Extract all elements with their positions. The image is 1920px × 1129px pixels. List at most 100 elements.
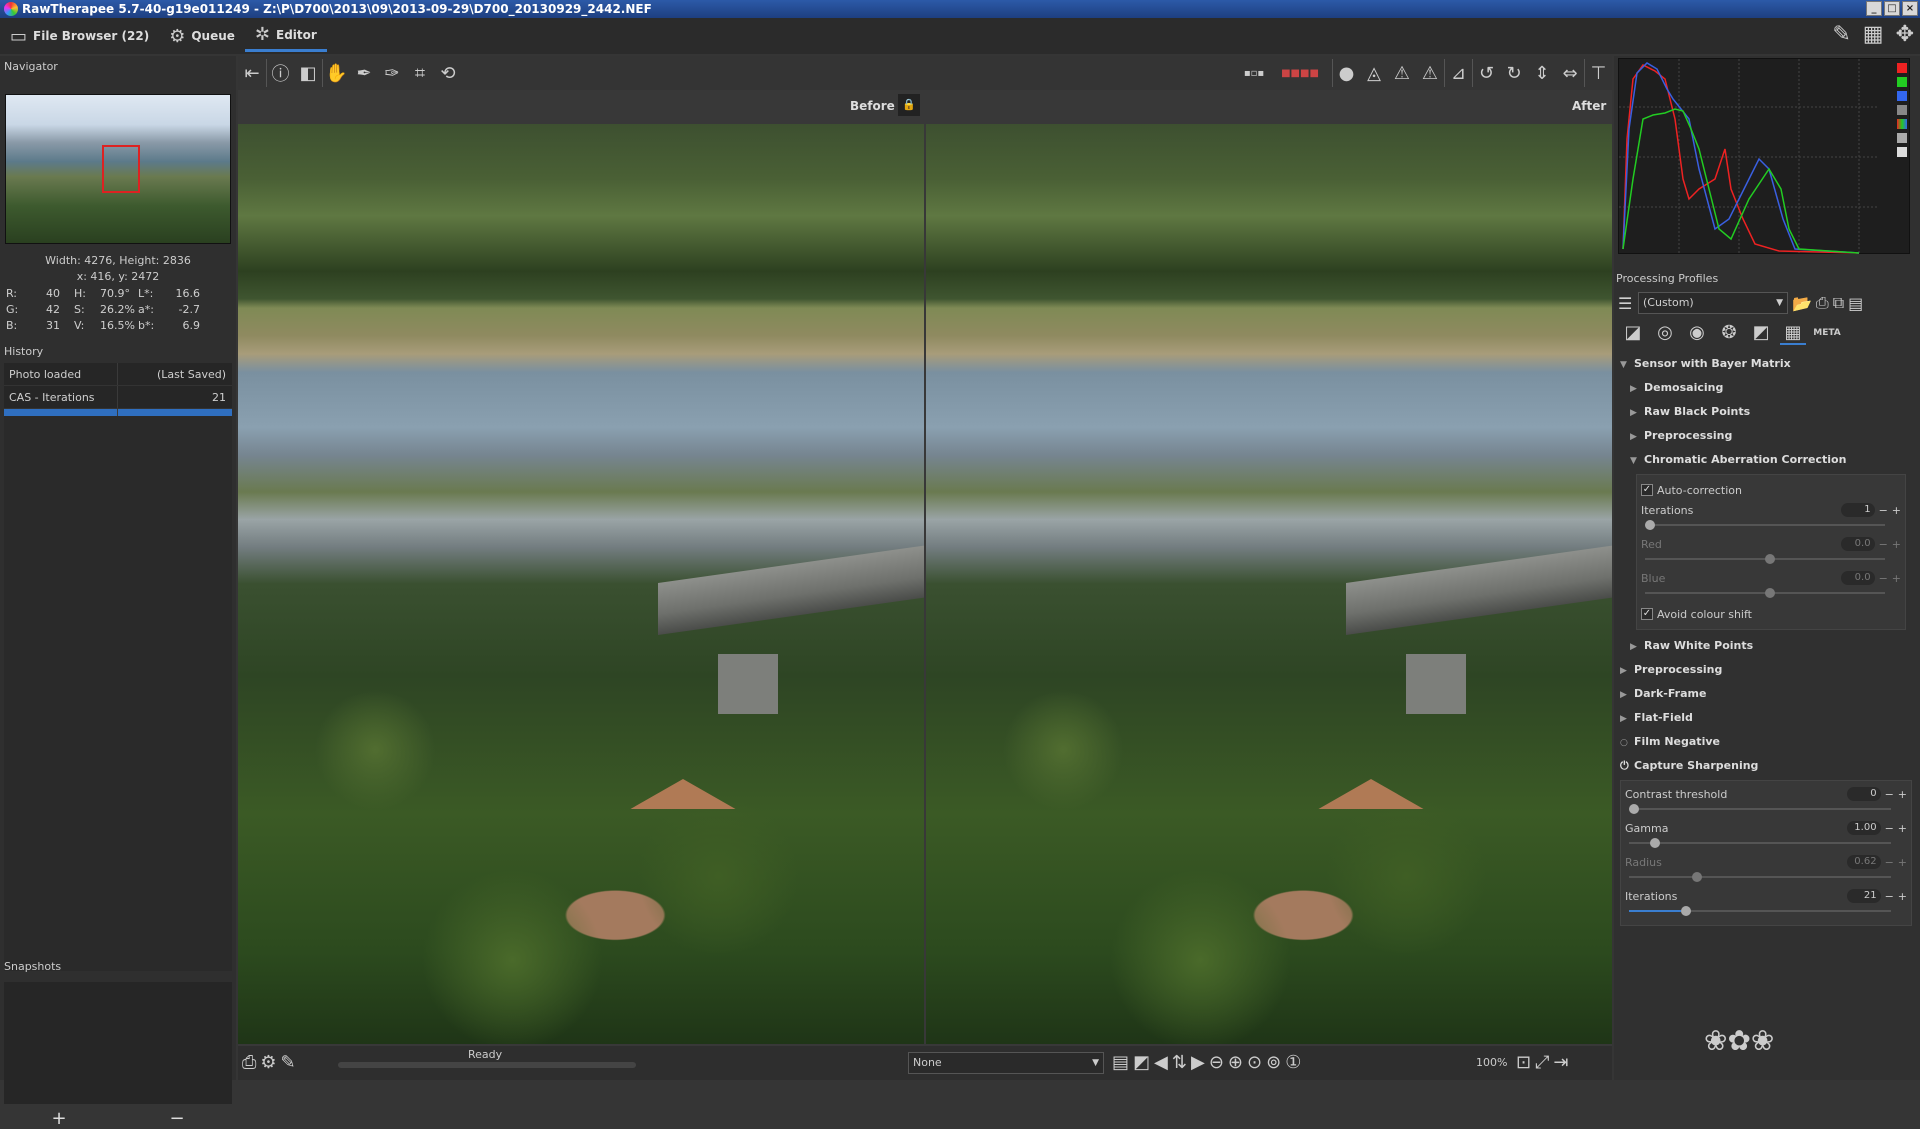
minus-icon[interactable]: − (1879, 538, 1888, 551)
sensor-bayer-header[interactable]: ▼ Sensor with Bayer Matrix (1620, 352, 1912, 376)
navigator-thumbnail[interactable] (5, 94, 231, 244)
contrast-threshold-value[interactable]: 0 (1846, 787, 1881, 801)
tab-editor[interactable]: ✲ Editor (244, 20, 327, 52)
minus-icon[interactable]: − (1885, 856, 1894, 869)
contrast-threshold-slider[interactable] (1629, 803, 1891, 815)
blue-channel-toggle[interactable] (1897, 91, 1907, 101)
background-color-icon[interactable]: ▪▫▪ (1240, 59, 1268, 87)
profile-list-icon[interactable]: ☰ (1618, 294, 1632, 313)
ca-blue-value[interactable]: 0.0 (1840, 571, 1875, 585)
next-image-icon[interactable]: ▶ (1191, 1052, 1205, 1073)
preprocessing-2-header[interactable]: ▶ Preprocessing (1620, 658, 1912, 682)
auto-correction-checkbox[interactable]: ✓ Auto-correction (1641, 479, 1901, 501)
paste-profile-icon[interactable]: ▤ (1848, 294, 1863, 313)
shadow-warning-icon[interactable]: ⚠ (1416, 59, 1444, 87)
thumbnail-nav-icon[interactable]: ◩ (1133, 1052, 1150, 1073)
previous-image-icon[interactable]: ◀ (1154, 1052, 1168, 1073)
channel-preview-icon[interactable]: ■■■■ (1268, 59, 1332, 87)
chroma-toggle[interactable] (1897, 119, 1907, 129)
gamma-slider[interactable] (1629, 837, 1891, 849)
flip-vertical-icon[interactable]: ⇕ (1528, 59, 1556, 87)
minimize-button[interactable]: _ (1866, 1, 1882, 16)
history-row[interactable]: CAS - Iterations 21 (4, 386, 232, 409)
open-profile-icon[interactable]: 📂 (1792, 294, 1812, 313)
snapshots-list[interactable] (4, 982, 232, 1104)
zoom-100-icon[interactable]: ① (1285, 1052, 1301, 1073)
demosaicing-header[interactable]: ▶ Demosaicing (1630, 376, 1912, 400)
slider-knob[interactable] (1645, 520, 1655, 530)
color-tab-icon[interactable]: ◉ (1684, 322, 1710, 345)
highlight-warning-icon[interactable]: ⚠ (1388, 59, 1416, 87)
plus-icon[interactable]: + (1892, 538, 1901, 551)
exposure-tab-icon[interactable]: ◪ (1620, 322, 1646, 345)
plus-icon[interactable]: + (1898, 890, 1907, 903)
ca-red-value[interactable]: 0.0 (1840, 537, 1875, 551)
focus-mask-icon[interactable]: ● (1332, 59, 1360, 87)
shadow-clip-icon[interactable]: ◬ (1360, 59, 1388, 87)
detail-window-icon[interactable]: ⊡ (1516, 1052, 1531, 1073)
slider-knob[interactable] (1691, 872, 1702, 882)
queue-add-icon[interactable]: ⚙ (260, 1052, 276, 1073)
profile-select[interactable]: (Custom) ▼ (1638, 292, 1788, 314)
minus-icon[interactable]: − (1885, 822, 1894, 835)
tab-queue[interactable]: ⚙ Queue (159, 20, 245, 52)
gamma-value[interactable]: 1.00 (1846, 821, 1881, 835)
color-picker-icon[interactable]: ✑ (378, 59, 406, 87)
power-icon[interactable]: ⏻ (1620, 754, 1634, 778)
raw-black-points-header[interactable]: ▶ Raw Black Points (1630, 400, 1912, 424)
ca-iterations-value[interactable]: 1 (1840, 503, 1875, 517)
compare-icon[interactable]: ▤ (1112, 1052, 1129, 1073)
white-balance-picker-icon[interactable]: ✒ (350, 59, 378, 87)
capture-sharpening-header[interactable]: ⏻ Capture Sharpening (1620, 754, 1912, 778)
transform-tab-icon[interactable]: ◩ (1748, 322, 1774, 345)
plus-icon[interactable]: + (1898, 856, 1907, 869)
slider-knob[interactable] (1681, 906, 1692, 916)
after-image[interactable] (926, 124, 1612, 1044)
hand-tool-icon[interactable]: ✋ (322, 59, 350, 87)
straighten-icon[interactable]: ⟲ (434, 59, 462, 87)
zoom-in-icon[interactable]: ⊕ (1228, 1052, 1243, 1073)
crop-icon[interactable]: ⌗ (406, 59, 434, 87)
radius-value[interactable]: 0.62 (1846, 855, 1881, 869)
rotate-right-icon[interactable]: ↻ (1500, 59, 1528, 87)
hide-right-panel-icon[interactable]: ⇥ (1554, 1052, 1569, 1073)
ca-blue-slider[interactable] (1645, 587, 1885, 599)
cs-iterations-value[interactable]: 21 (1846, 889, 1881, 903)
zoom-out-icon[interactable]: ⊖ (1209, 1052, 1224, 1073)
slider-knob[interactable] (1765, 554, 1775, 564)
metadata-tab[interactable]: META (1812, 322, 1842, 345)
advanced-tab-icon[interactable]: ❂ (1716, 322, 1742, 345)
slider-knob[interactable] (1649, 838, 1660, 848)
avoid-colour-shift-checkbox[interactable]: ✓ Avoid colour shift (1641, 603, 1901, 625)
maximize-button[interactable]: □ (1884, 1, 1900, 16)
raw-tab-icon[interactable]: ▦ (1780, 322, 1806, 345)
slider-knob[interactable] (1765, 588, 1775, 598)
histogram[interactable] (1618, 58, 1910, 255)
save-profile-icon[interactable]: ⎙ (1816, 293, 1829, 313)
history-row[interactable]: Photo loaded (Last Saved) (4, 363, 232, 386)
film-negative-header[interactable]: ○ Film Negative (1620, 730, 1912, 754)
hide-left-panel-icon[interactable]: ⇤ (238, 59, 266, 87)
zoom-fit-icon[interactable]: ⊙ (1247, 1052, 1262, 1073)
before-image[interactable] (238, 124, 924, 1044)
minus-icon[interactable]: − (1879, 504, 1888, 517)
preview-mode-select[interactable]: None ▼ (908, 1052, 1104, 1074)
radius-slider[interactable] (1629, 871, 1891, 883)
detail-tab-icon[interactable]: ◎ (1652, 322, 1678, 345)
ca-iterations-slider[interactable] (1645, 519, 1885, 531)
info-icon[interactable]: ⓘ (266, 59, 294, 87)
minus-icon[interactable]: − (1885, 788, 1894, 801)
cs-iterations-slider[interactable] (1629, 905, 1891, 917)
green-channel-toggle[interactable] (1897, 77, 1907, 87)
copy-profile-icon[interactable]: ⧉ (1833, 293, 1844, 313)
ca-red-slider[interactable] (1645, 553, 1885, 565)
preferences-icon[interactable]: ▦ (1863, 22, 1884, 47)
plus-icon[interactable]: + (1892, 504, 1901, 517)
zoom-fit-crop-icon[interactable]: ⊚ (1266, 1052, 1281, 1073)
lock-icon[interactable]: 🔒 (898, 94, 920, 116)
dark-frame-header[interactable]: ▶ Dark-Frame (1620, 682, 1912, 706)
fullscreen-icon[interactable]: ✥ (1896, 22, 1914, 47)
luminance-toggle[interactable] (1897, 105, 1907, 115)
preprocessing-header[interactable]: ▶ Preprocessing (1630, 424, 1912, 448)
flip-horizontal-icon[interactable]: ⇔ (1556, 59, 1584, 87)
